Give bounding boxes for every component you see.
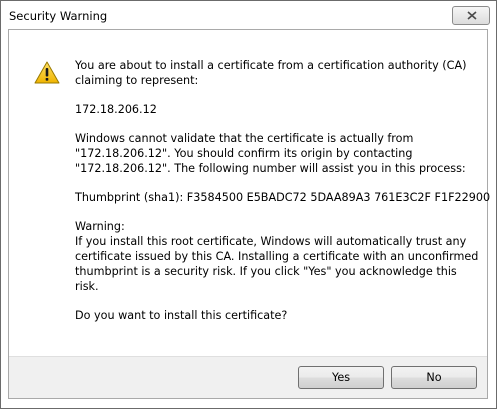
thumbprint-text: Thumbprint (sha1): F3584500 E5BADC72 5DA… [75,191,491,204]
warning-line-3: thumbprint is a security risk. If you cl… [75,265,457,278]
warning-line-4: risk. [75,280,99,293]
intro-line-2: claiming to represent: [75,74,199,87]
security-warning-dialog: Security Warning You are about to instal… [0,0,497,409]
validate-line-2: "172.18.206.12". You should confirm its … [75,147,413,160]
warning-triangle-icon [34,61,60,84]
warning-line-1: If you install this root certificate, Wi… [75,235,467,248]
question-text: Do you want to install this certificate? [75,309,288,322]
warning-heading: Warning: [75,220,125,233]
button-bar: Yes No [9,356,487,398]
message-area: You are about to install a certificate f… [9,30,491,356]
validate-line-1: Windows cannot validate that the certifi… [75,132,414,145]
message-text: You are about to install a certificate f… [75,58,491,323]
title-bar[interactable]: Security Warning [1,1,496,29]
dialog-client-area: You are about to install a certificate f… [8,29,491,399]
intro-line-1: You are about to install a certificate f… [75,59,467,72]
yes-button[interactable]: Yes [298,366,384,389]
address-text: 172.18.206.12 [75,103,157,116]
close-button[interactable] [452,6,490,25]
no-button[interactable]: No [391,366,477,389]
validate-line-3: "172.18.206.12". The following number wi… [75,162,466,175]
close-icon [467,11,477,20]
warning-line-2: certificate issued by this CA. Installin… [75,250,479,263]
window-title: Security Warning [9,9,108,23]
